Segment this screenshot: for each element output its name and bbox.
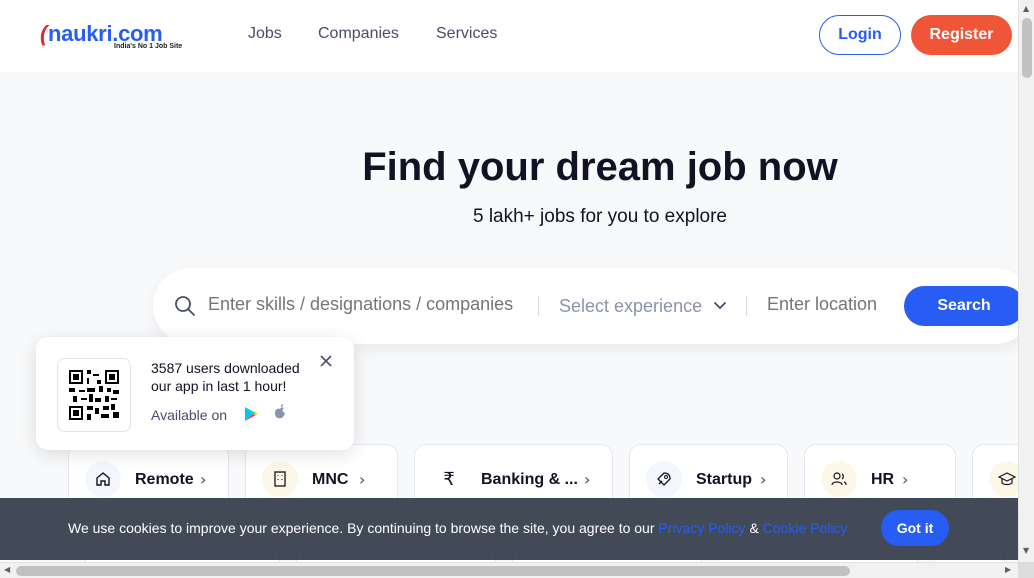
scroll-up-arrow-icon[interactable]: ▲ — [1023, 4, 1029, 13]
scrollbar-corner — [1018, 562, 1034, 578]
category-label: Banking & ... — [481, 471, 578, 488]
cookie-amp: & — [749, 520, 759, 536]
category-label: Startup — [696, 471, 752, 488]
available-on-label: Available on — [151, 407, 228, 423]
people-icon — [821, 461, 857, 497]
qr-code — [57, 358, 131, 432]
experience-select[interactable]: Select experience — [559, 296, 702, 317]
horizontal-scroll-thumb[interactable] — [16, 566, 850, 576]
apple-icon[interactable] — [272, 404, 288, 422]
nav-jobs[interactable]: Jobs — [248, 25, 282, 43]
cookie-policy-link[interactable]: Cookie Policy — [763, 520, 848, 536]
app-download-popup: 3587 users downloaded our app in last 1 … — [36, 337, 354, 450]
category-label: MNC — [312, 471, 349, 488]
rupee-icon: ₹ — [431, 461, 467, 497]
chevron-down-icon[interactable] — [713, 301, 727, 311]
got-it-button[interactable]: Got it — [881, 510, 949, 546]
nav-companies[interactable]: Companies — [318, 25, 399, 43]
close-icon[interactable] — [318, 353, 334, 369]
scroll-right-arrow-icon[interactable]: ▶ — [1005, 565, 1011, 574]
vertical-scrollbar[interactable]: ▲ ▼ — [1018, 0, 1034, 578]
cookie-consent-bar: We use cookies to improve your experienc… — [0, 498, 1018, 560]
qr-code-icon — [69, 370, 119, 420]
vertical-scroll-thumb[interactable] — [1022, 18, 1032, 78]
job-search-bar: Select experience Search — [153, 268, 1033, 344]
cookie-text: We use cookies to improve your experienc… — [68, 520, 655, 536]
horizontal-scrollbar[interactable]: ◀ ▶ — [0, 562, 1018, 578]
category-label: HR — [871, 471, 895, 488]
scroll-down-arrow-icon[interactable]: ▼ — [1023, 546, 1029, 555]
rocket-icon — [646, 461, 682, 497]
chevron-right-icon: › — [584, 470, 591, 489]
chevron-right-icon: › — [760, 470, 767, 489]
search-icon — [175, 296, 195, 316]
popup-line-1: 3587 users downloaded — [151, 360, 300, 376]
scroll-left-arrow-icon[interactable]: ◀ — [4, 565, 10, 574]
hero-subtitle: 5 lakh+ jobs for you to explore — [472, 206, 727, 227]
chevron-right-icon: › — [902, 470, 909, 489]
divider — [538, 296, 539, 316]
hero-title: Find your dream job now — [362, 145, 838, 189]
category-label: Remote — [135, 471, 194, 488]
search-button[interactable]: Search — [904, 286, 1024, 326]
chevron-right-icon: › — [200, 470, 207, 489]
nav-services[interactable]: Services — [436, 25, 497, 43]
chevron-right-icon: › — [359, 470, 366, 489]
divider — [746, 296, 747, 316]
login-button[interactable]: Login — [819, 15, 901, 55]
building-icon — [262, 461, 298, 497]
skills-input[interactable] — [208, 294, 528, 315]
top-header: (naukri.com India's No 1 Job Site Jobs C… — [0, 0, 1018, 72]
google-play-icon[interactable] — [243, 406, 259, 422]
popup-line-2: our app in last 1 hour! — [151, 378, 287, 394]
category-row: Remote › MNC › ₹ Banking & ... › Startup… — [0, 444, 1032, 514]
privacy-policy-link[interactable]: Privacy Policy — [658, 520, 745, 536]
home-icon — [85, 461, 121, 497]
naukri-logo[interactable]: (naukri.com India's No 1 Job Site — [40, 21, 190, 53]
register-button[interactable]: Register — [911, 15, 1012, 55]
location-input[interactable] — [767, 294, 897, 315]
logo-tagline: India's No 1 Job Site — [114, 43, 183, 50]
